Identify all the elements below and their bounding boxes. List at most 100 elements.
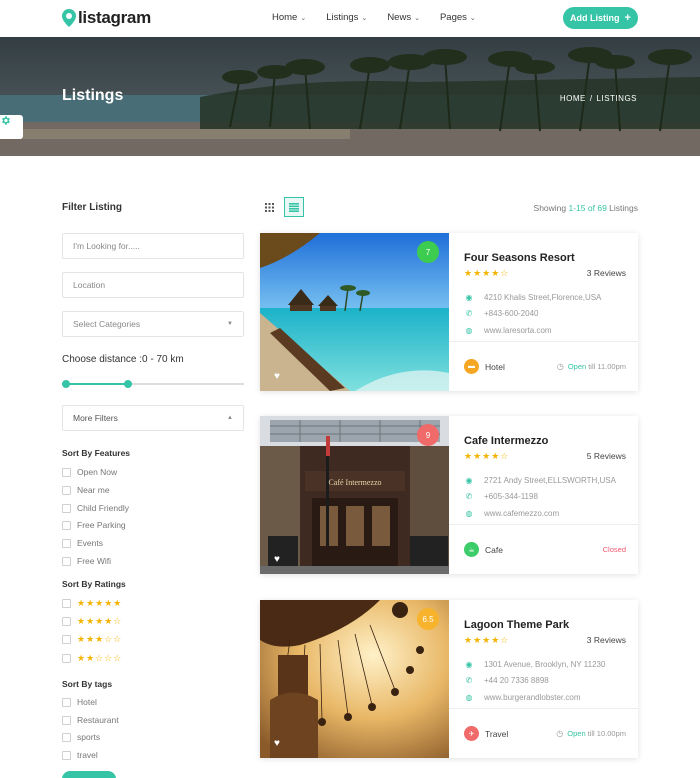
website-link[interactable]: www.burgerandlobster.com bbox=[484, 693, 581, 702]
star-rating-icon: ★★★★★ bbox=[77, 598, 123, 608]
favorite-heart-icon[interactable]: ♥ bbox=[274, 371, 280, 382]
coffee-cup-icon: ☕ bbox=[464, 542, 479, 557]
results-suffix: Listings bbox=[609, 203, 638, 213]
rating-badge: 7 bbox=[417, 241, 439, 263]
favorite-heart-icon[interactable]: ♥ bbox=[274, 554, 280, 565]
address-text: 4210 Khalis Street,Florence,USA bbox=[484, 293, 602, 302]
distance-slider[interactable] bbox=[62, 380, 244, 388]
checkbox[interactable] bbox=[62, 715, 71, 725]
location-input[interactable]: Location bbox=[62, 272, 244, 298]
rating-filter-4[interactable]: ★★★★☆ bbox=[62, 616, 122, 627]
address-row: ◉ 4210 Khalis Street,Florence,USA bbox=[464, 293, 602, 302]
filter-submit-button[interactable] bbox=[62, 771, 116, 778]
checkbox[interactable] bbox=[62, 520, 71, 530]
features-title: Sort By Features bbox=[62, 448, 131, 458]
category-select[interactable]: Select Categories ▼ bbox=[62, 311, 244, 337]
logo[interactable]: listagram bbox=[62, 8, 151, 28]
tag-hotel[interactable]: Hotel bbox=[62, 697, 97, 707]
chevron-down-icon: ⌄ bbox=[414, 14, 420, 22]
listing-card[interactable]: Café Intermezzo ♥ 9 Cafe Intermezzo ★★★★… bbox=[260, 416, 638, 574]
results-count: Showing 1-15 of 69 Listings bbox=[534, 203, 638, 213]
tag-sports[interactable]: sports bbox=[62, 732, 100, 742]
divider bbox=[449, 524, 638, 525]
checkbox[interactable] bbox=[62, 617, 71, 626]
map-marker-icon: ◉ bbox=[465, 293, 473, 302]
rating-filter-3[interactable]: ★★★☆☆ bbox=[62, 634, 122, 645]
feature-label: Child Friendly bbox=[77, 503, 129, 513]
checkbox[interactable] bbox=[62, 503, 71, 513]
checkbox[interactable] bbox=[62, 750, 71, 760]
listing-card[interactable]: ♥ 6.5 Lagoon Theme Park ★★★★☆ 3 Reviews … bbox=[260, 600, 638, 758]
feature-open-now[interactable]: Open Now bbox=[62, 467, 117, 477]
listing-title[interactable]: Lagoon Theme Park bbox=[464, 619, 569, 631]
clock-icon: ◷ bbox=[556, 729, 564, 738]
category-tag[interactable]: ✈ Travel bbox=[464, 726, 508, 741]
svg-text:Café Intermezzo: Café Intermezzo bbox=[328, 478, 381, 487]
feature-label: Free Parking bbox=[77, 520, 126, 530]
globe-icon: ◍ bbox=[465, 326, 473, 335]
checkbox[interactable] bbox=[62, 538, 71, 548]
feature-free-parking[interactable]: Free Parking bbox=[62, 520, 126, 530]
category-label: Hotel bbox=[485, 361, 505, 372]
checkbox[interactable] bbox=[62, 732, 71, 742]
listing-title[interactable]: Four Seasons Resort bbox=[464, 252, 575, 264]
feature-child-friendly[interactable]: Child Friendly bbox=[62, 503, 129, 513]
list-view-icon bbox=[289, 202, 299, 212]
nav-home[interactable]: Home ⌄ bbox=[272, 12, 306, 23]
more-filters-toggle[interactable]: More Filters ▲ bbox=[62, 405, 244, 431]
phone-text[interactable]: +843-600-2040 bbox=[484, 309, 539, 318]
feature-free-wifi[interactable]: Free Wifi bbox=[62, 556, 111, 566]
search-input[interactable]: I'm Looking for..... bbox=[62, 233, 244, 259]
website-row: ◍ www.laresorta.com bbox=[464, 326, 552, 335]
add-listing-button[interactable]: Add Listing + bbox=[563, 7, 638, 29]
list-view-button[interactable] bbox=[284, 197, 304, 217]
rating-filter-2[interactable]: ★★☆☆☆ bbox=[62, 653, 122, 664]
settings-toggle[interactable] bbox=[0, 115, 23, 139]
listing-title[interactable]: Cafe Intermezzo bbox=[464, 435, 548, 447]
nav-pages[interactable]: Pages ⌄ bbox=[440, 12, 476, 23]
closed-status: Closed bbox=[603, 545, 626, 554]
chevron-down-icon: ⌄ bbox=[300, 14, 307, 22]
review-count[interactable]: 3 Reviews bbox=[587, 268, 626, 278]
checkbox[interactable] bbox=[62, 697, 71, 707]
results-prefix: Showing bbox=[533, 203, 567, 213]
checkbox[interactable] bbox=[62, 485, 71, 495]
checkbox[interactable] bbox=[62, 635, 71, 644]
tag-restaurant[interactable]: Restaurant bbox=[62, 715, 119, 725]
slider-fill bbox=[62, 383, 126, 385]
tag-travel[interactable]: travel bbox=[62, 750, 98, 760]
feature-events[interactable]: Events bbox=[62, 538, 103, 548]
website-link[interactable]: www.laresorta.com bbox=[484, 326, 552, 335]
phone-text[interactable]: +44 20 7336 8898 bbox=[484, 676, 549, 685]
checkbox[interactable] bbox=[62, 654, 71, 663]
favorite-heart-icon[interactable]: ♥ bbox=[274, 738, 280, 749]
nav-news[interactable]: News ⌄ bbox=[387, 12, 420, 23]
map-marker-icon: ◉ bbox=[465, 476, 473, 485]
main-nav: Home ⌄ Listings ⌄ News ⌄ Pages ⌄ bbox=[272, 12, 496, 23]
listing-card[interactable]: ♥ 7 Four Seasons Resort ★★★★☆ 3 Reviews … bbox=[260, 233, 638, 391]
category-tag[interactable]: ▬ Hotel bbox=[464, 359, 505, 374]
rating-filter-5[interactable]: ★★★★★ bbox=[62, 598, 122, 609]
checkbox[interactable] bbox=[62, 467, 71, 477]
breadcrumb-home[interactable]: HOME bbox=[560, 94, 586, 103]
review-count[interactable]: 3 Reviews bbox=[587, 635, 626, 645]
review-count[interactable]: 5 Reviews bbox=[587, 451, 626, 461]
website-link[interactable]: www.cafemezzo.com bbox=[484, 509, 559, 518]
listing-body: Lagoon Theme Park ★★★★☆ 3 Reviews ◉ 1301 … bbox=[449, 600, 638, 758]
rating-badge: 9 bbox=[417, 424, 439, 446]
address-row: ◉ 2721 Andy Street,ELLSWORTH,USA bbox=[464, 476, 616, 485]
open-status: ◷ Open till 10.00pm bbox=[556, 729, 626, 738]
grid-view-button[interactable] bbox=[259, 197, 279, 217]
feature-near-me[interactable]: Near me bbox=[62, 485, 110, 495]
nav-listings[interactable]: Listings ⌄ bbox=[326, 12, 367, 23]
divider bbox=[449, 341, 638, 342]
checkbox[interactable] bbox=[62, 599, 71, 608]
phone-text[interactable]: +605-344-1198 bbox=[484, 492, 538, 501]
search-input-placeholder: I'm Looking for..... bbox=[73, 241, 140, 251]
slider-max-handle[interactable] bbox=[124, 380, 132, 388]
slider-min-handle[interactable] bbox=[62, 380, 70, 388]
category-tag[interactable]: ☕ Cafe bbox=[464, 542, 503, 557]
checkbox[interactable] bbox=[62, 556, 71, 566]
website-row: ◍ www.burgerandlobster.com bbox=[464, 693, 581, 702]
location-input-placeholder: Location bbox=[73, 280, 106, 290]
